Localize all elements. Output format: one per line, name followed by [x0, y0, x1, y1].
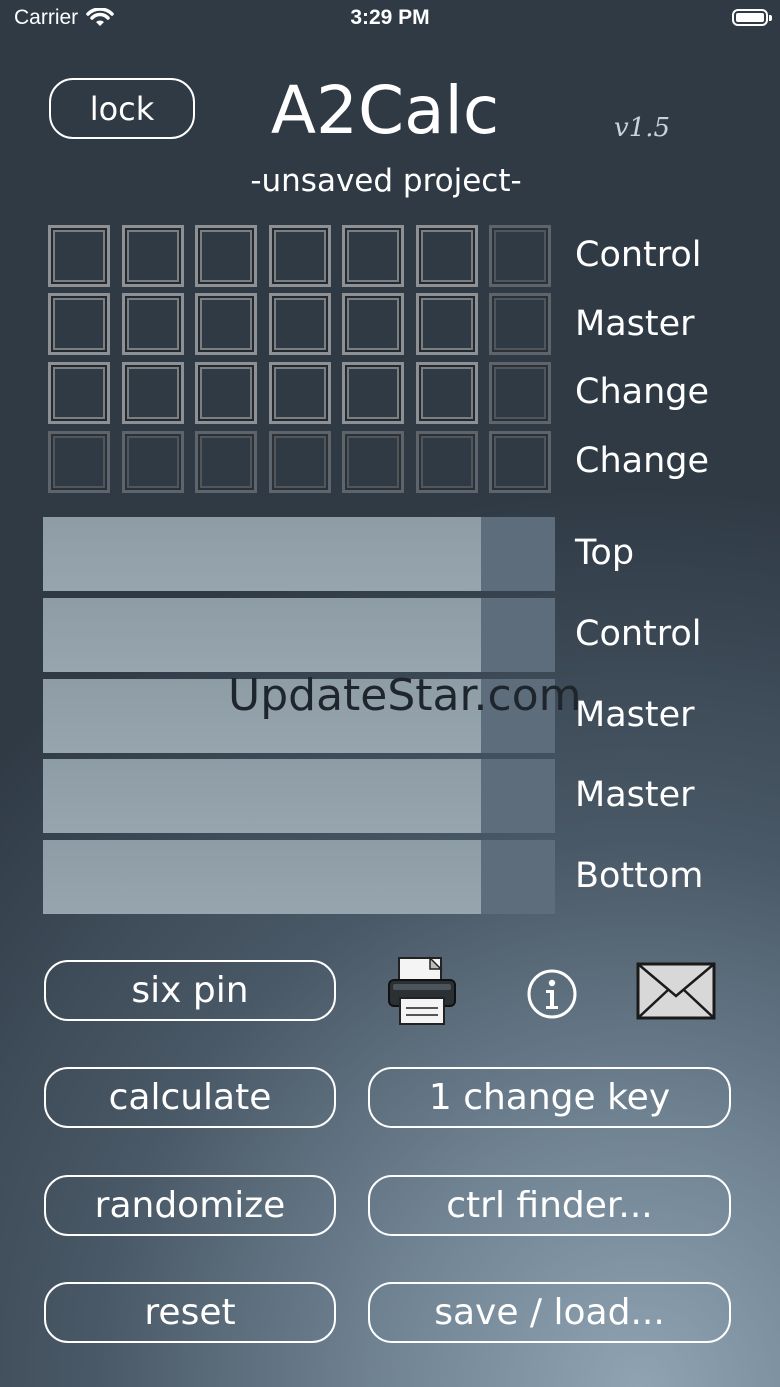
grid-row-label: Master: [575, 304, 695, 344]
envelope-icon[interactable]: [636, 962, 716, 1020]
grid-row-label: Change: [575, 441, 710, 481]
key-cell[interactable]: [489, 293, 551, 355]
bar-label: Master: [575, 775, 695, 815]
pin-bar-fill: [43, 598, 481, 672]
bar-label: Control: [575, 614, 702, 654]
pin-bar[interactable]: [43, 759, 555, 833]
pin-bar[interactable]: [43, 840, 555, 914]
pin-bar[interactable]: [43, 598, 555, 672]
key-cell[interactable]: [269, 293, 331, 355]
six-pin-button[interactable]: six pin: [44, 960, 336, 1021]
version-label: v1.5: [614, 113, 671, 143]
battery-icon: [732, 9, 772, 26]
bar-label: Top: [575, 533, 635, 573]
grid-row-label: Change: [575, 372, 710, 412]
calculate-label: calculate: [108, 1077, 272, 1118]
key-cell[interactable]: [269, 431, 331, 493]
grid-row-label: Control: [575, 235, 702, 275]
key-cell[interactable]: [48, 293, 110, 355]
printer-icon[interactable]: [386, 956, 458, 1026]
key-cell[interactable]: [269, 225, 331, 287]
app-title: A2Calc: [270, 72, 500, 149]
key-cell[interactable]: [416, 362, 478, 424]
lock-button-label: lock: [89, 89, 155, 128]
reset-label: reset: [144, 1292, 236, 1333]
key-cell[interactable]: [195, 293, 257, 355]
project-name: -unsaved project-: [250, 163, 522, 199]
ctrl-finder-label: ctrl finder...: [446, 1185, 653, 1226]
reset-button[interactable]: reset: [44, 1282, 336, 1343]
save-load-button[interactable]: save / load...: [368, 1282, 731, 1343]
key-cell[interactable]: [195, 225, 257, 287]
info-icon[interactable]: [526, 968, 578, 1020]
key-cell[interactable]: [416, 225, 478, 287]
key-cell[interactable]: [342, 362, 404, 424]
key-cell[interactable]: [489, 431, 551, 493]
pin-bar-fill: [43, 840, 481, 914]
key-cell[interactable]: [195, 362, 257, 424]
pin-bar-fill: [43, 759, 481, 833]
randomize-button[interactable]: randomize: [44, 1175, 336, 1236]
key-cell[interactable]: [122, 225, 184, 287]
status-time: 3:29 PM: [350, 6, 430, 29]
key-cell[interactable]: [269, 362, 331, 424]
pin-bar-fill: [43, 517, 481, 591]
key-grid: [48, 225, 552, 495]
lock-button[interactable]: lock: [49, 78, 195, 139]
key-cell[interactable]: [416, 431, 478, 493]
key-cell[interactable]: [48, 431, 110, 493]
key-cell[interactable]: [489, 362, 551, 424]
key-cell[interactable]: [489, 225, 551, 287]
key-cell[interactable]: [342, 225, 404, 287]
key-cell[interactable]: [122, 362, 184, 424]
pin-bar[interactable]: [43, 517, 555, 591]
key-cell[interactable]: [342, 431, 404, 493]
watermark: UpdateStar.com: [228, 670, 582, 721]
key-cell[interactable]: [416, 293, 478, 355]
bar-label: Master: [575, 695, 695, 735]
calculate-button[interactable]: calculate: [44, 1067, 336, 1128]
key-cell[interactable]: [48, 225, 110, 287]
key-cell[interactable]: [195, 431, 257, 493]
change-key-label: 1 change key: [428, 1077, 671, 1118]
key-cell[interactable]: [122, 293, 184, 355]
key-cell[interactable]: [48, 362, 110, 424]
randomize-label: randomize: [94, 1185, 286, 1226]
key-cell[interactable]: [122, 431, 184, 493]
change-key-button[interactable]: 1 change key: [368, 1067, 731, 1128]
save-load-label: save / load...: [434, 1292, 665, 1333]
six-pin-label: six pin: [131, 970, 249, 1011]
ctrl-finder-button[interactable]: ctrl finder...: [368, 1175, 731, 1236]
key-cell[interactable]: [342, 293, 404, 355]
bar-label: Bottom: [575, 856, 704, 896]
